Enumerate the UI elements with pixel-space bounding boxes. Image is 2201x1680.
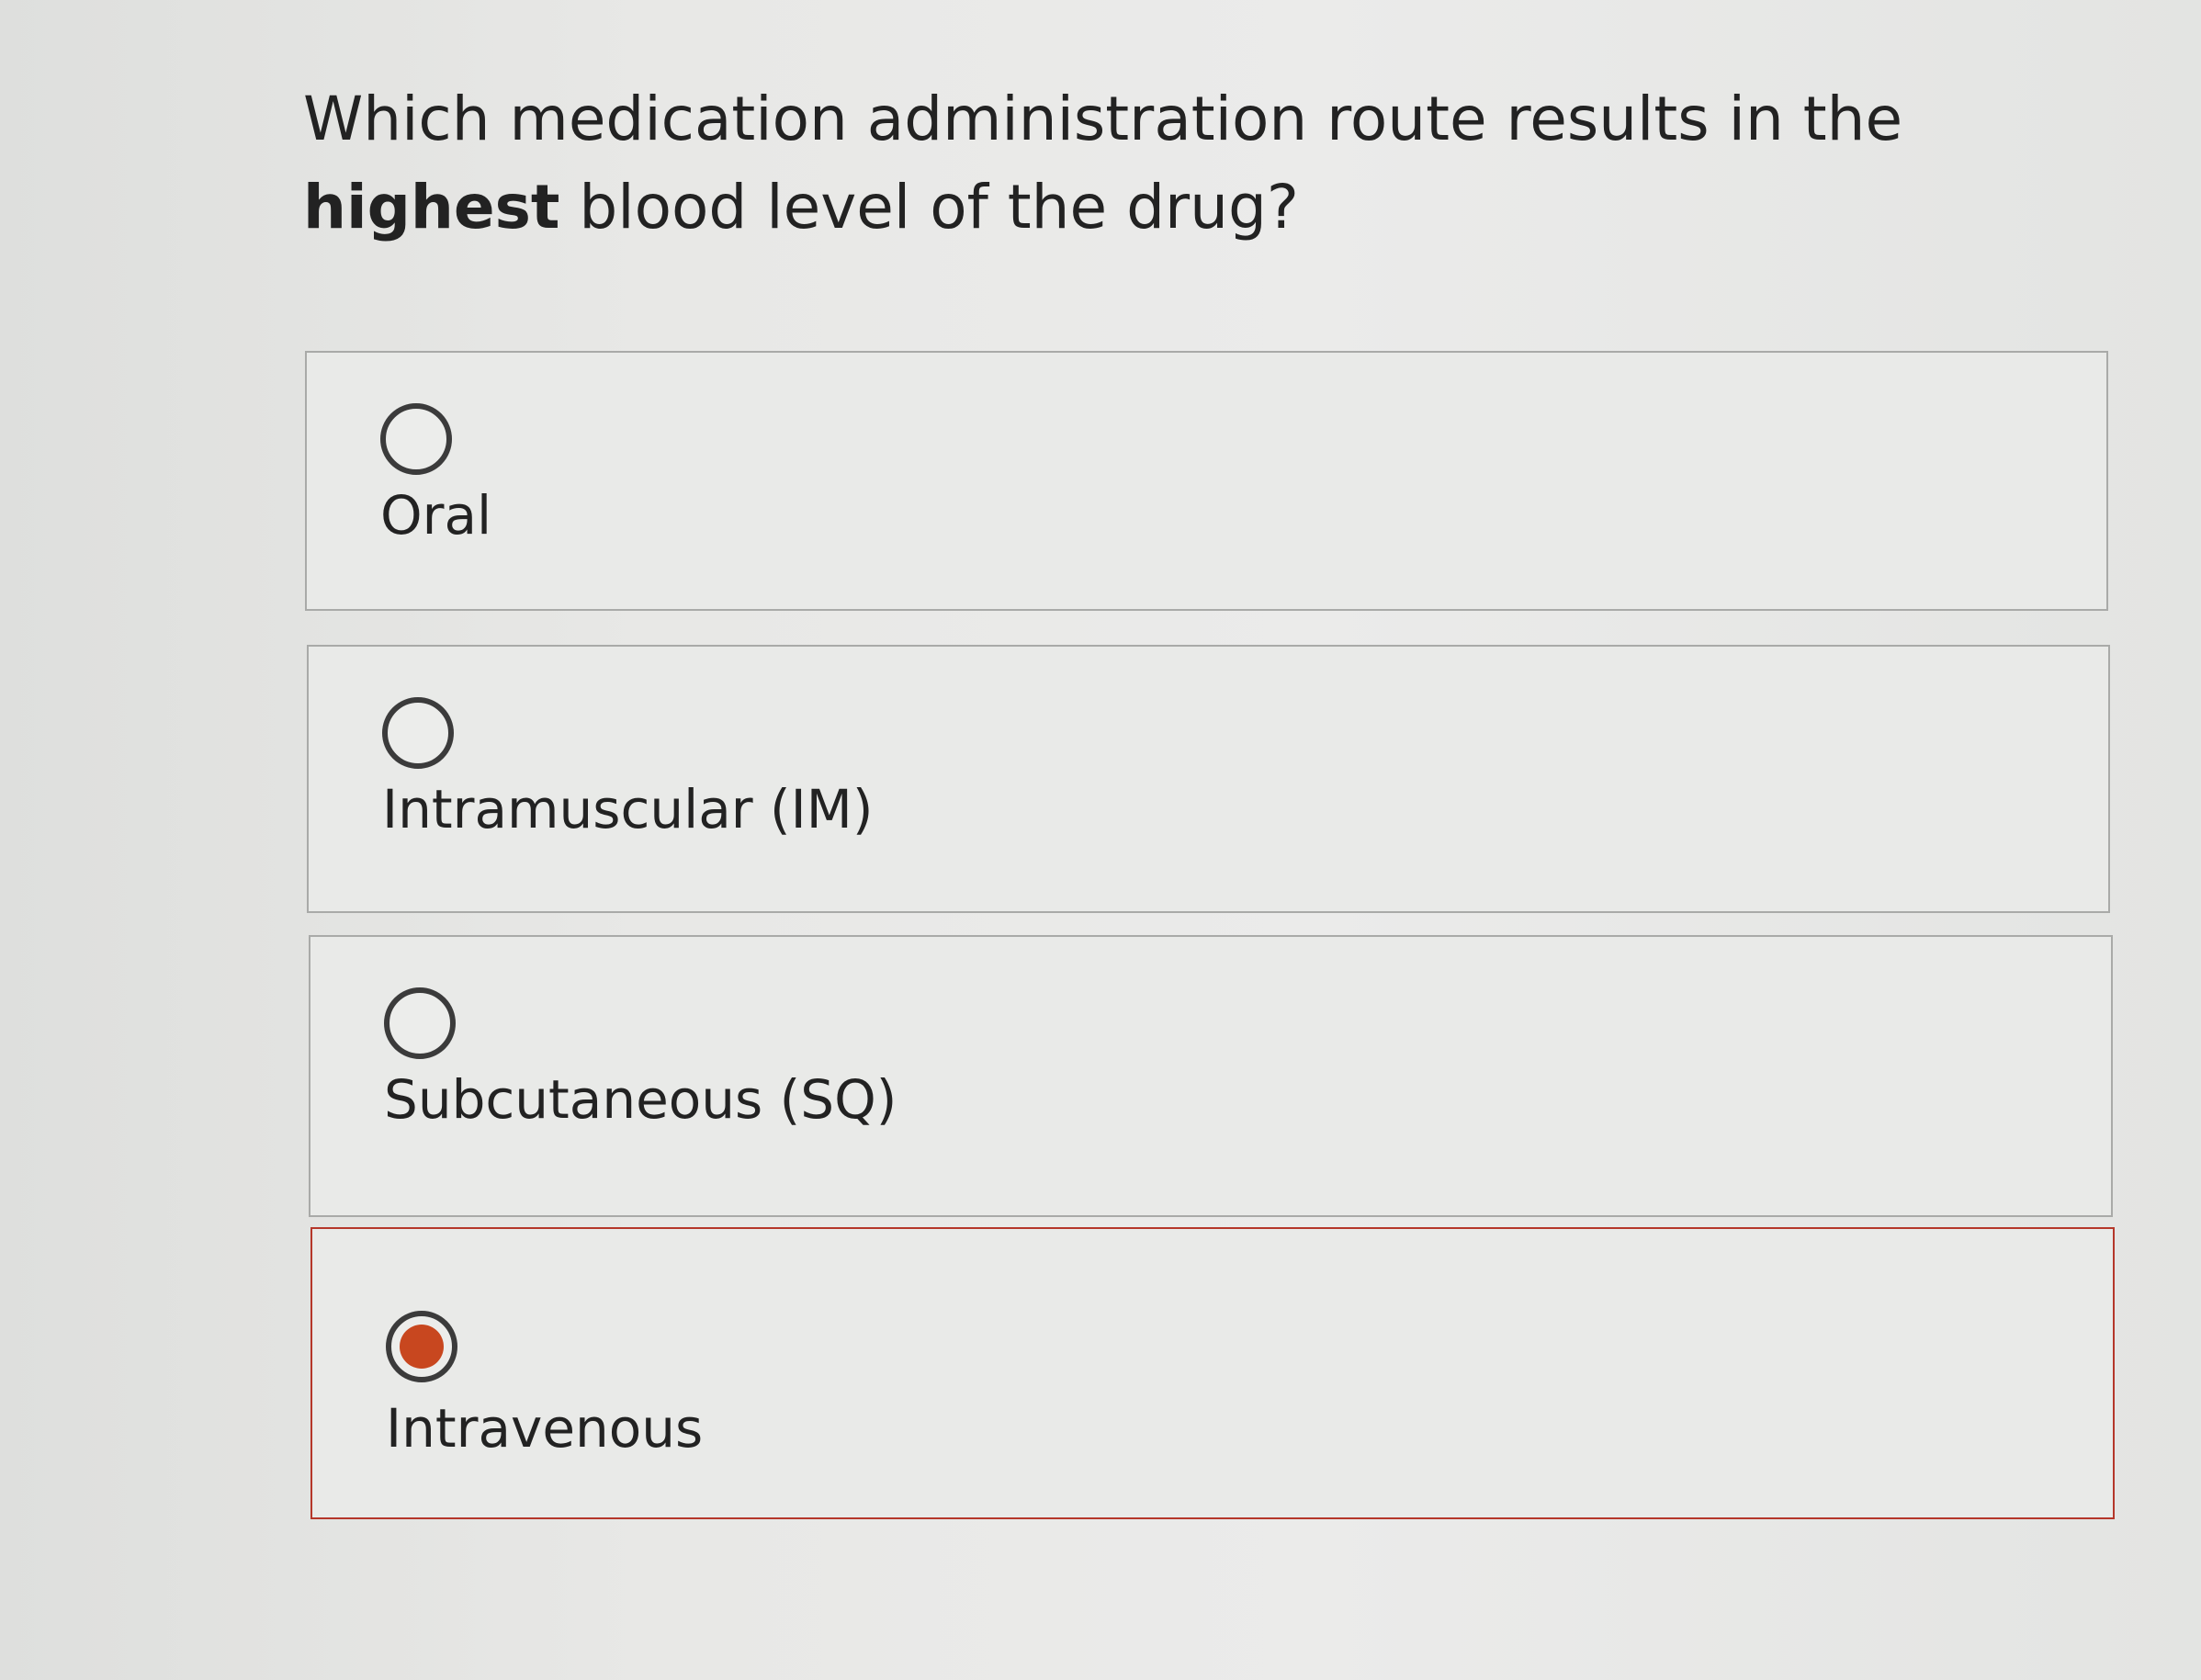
- answer-label-oral: Oral: [380, 484, 492, 547]
- radio-button-intramuscular[interactable]: [382, 697, 454, 769]
- answer-option-intramuscular[interactable]: Intramuscular (IM): [307, 645, 2110, 913]
- question-text-part1: Which medication administration route re…: [303, 84, 1903, 154]
- question-text-part2: blood level of the drug?: [559, 172, 1299, 242]
- radio-button-oral[interactable]: [380, 403, 452, 475]
- radio-selected-dot: [400, 1325, 444, 1369]
- answer-label-intramuscular: Intramuscular (IM): [382, 778, 874, 840]
- answer-option-intravenous[interactable]: Intravenous: [310, 1227, 2115, 1519]
- question-text: Which medication administration route re…: [303, 75, 2104, 252]
- question-emphasis: highest: [303, 172, 560, 242]
- answer-option-subcutaneous[interactable]: Subcutaneous (SQ): [309, 935, 2113, 1217]
- radio-button-subcutaneous[interactable]: [384, 987, 456, 1059]
- answer-option-oral[interactable]: Oral: [305, 351, 2108, 611]
- radio-button-intravenous[interactable]: [386, 1311, 457, 1382]
- quiz-page: Which medication administration route re…: [0, 0, 2201, 1680]
- answer-label-subcutaneous: Subcutaneous (SQ): [384, 1068, 897, 1131]
- answer-label-intravenous: Intravenous: [386, 1397, 704, 1460]
